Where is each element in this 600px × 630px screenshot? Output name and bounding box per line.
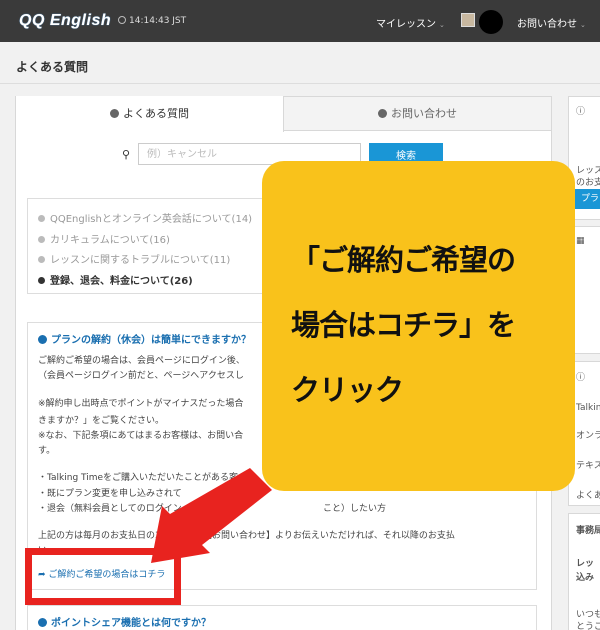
red-arrow-icon xyxy=(151,468,272,563)
